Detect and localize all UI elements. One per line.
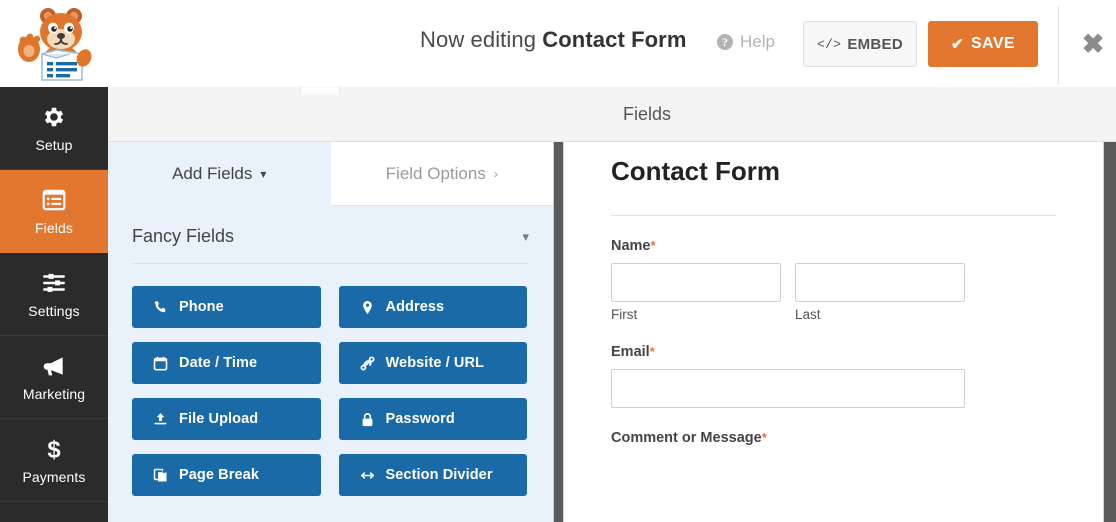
chevron-right-icon: › xyxy=(493,166,498,181)
field-label: Email* xyxy=(611,344,1056,360)
field-label: Comment or Message* xyxy=(611,430,1056,446)
link-icon xyxy=(359,355,375,371)
embed-label: EMBED xyxy=(847,35,903,53)
preview-field-name[interactable]: Name* First Last xyxy=(564,216,1103,322)
sidebar-item-label: Payments xyxy=(22,468,86,485)
close-icon[interactable]: ✖ xyxy=(1078,30,1108,60)
field-button-label: Date / Time xyxy=(179,355,258,371)
help-button[interactable]: ? Help xyxy=(717,32,775,52)
form-name: Contact Form xyxy=(542,27,687,52)
sliders-icon xyxy=(41,270,67,296)
field-button-label: Page Break xyxy=(179,467,259,483)
form-builder-window: Now editing Contact Form ? Help </> EMBE… xyxy=(0,0,1116,522)
sidebar: Setup Fields Settings Marketing $ Paymen… xyxy=(0,87,108,522)
sidebar-item-marketing[interactable]: Marketing xyxy=(0,336,108,419)
sidebar-item-label: Fields xyxy=(35,219,73,236)
field-buttons-grid: Phone Address Date / Time Website / URL xyxy=(108,264,553,496)
header-divider xyxy=(1058,6,1059,84)
arrows-horizontal-icon xyxy=(360,468,375,483)
megaphone-icon xyxy=(41,353,67,379)
preview-field-comment[interactable]: Comment or Message* xyxy=(564,408,1103,446)
field-button-website-url[interactable]: Website / URL xyxy=(338,342,527,384)
section-title: Fancy Fields xyxy=(132,226,235,246)
embed-button[interactable]: </> EMBED xyxy=(803,21,917,67)
question-circle-icon: ? xyxy=(717,34,733,50)
save-label: SAVE xyxy=(970,35,1015,52)
phone-icon xyxy=(153,300,168,315)
panel-resize-handle[interactable] xyxy=(553,142,564,522)
tab-label: Field Options xyxy=(385,163,486,183)
map-pin-icon xyxy=(360,300,375,315)
preview-scrollbar[interactable] xyxy=(1103,142,1116,522)
name-sublabels: First Last xyxy=(611,307,1056,322)
sidebar-item-fields[interactable]: Fields xyxy=(0,170,108,253)
field-button-label: Phone xyxy=(179,299,224,315)
last-name-input[interactable] xyxy=(795,263,965,302)
sidebar-item-label: Settings xyxy=(28,302,80,319)
wpforms-mascot-logo xyxy=(12,2,100,86)
help-label: Help xyxy=(740,32,775,51)
required-asterisk: * xyxy=(761,430,767,445)
panel-tab-nub xyxy=(300,86,340,94)
field-button-label: Website / URL xyxy=(385,355,485,371)
field-button-section-divider[interactable]: Section Divider xyxy=(338,454,527,496)
panel-title: Fields xyxy=(623,104,672,124)
field-label-text: Comment or Message xyxy=(611,430,762,446)
field-button-label: File Upload xyxy=(179,411,259,427)
sidebar-item-label: Setup xyxy=(35,136,73,153)
chevron-down-icon[interactable]: ▾ xyxy=(522,229,529,245)
tab-add-fields[interactable]: Add Fields ▾ xyxy=(108,142,331,206)
sidebar-item-label: Marketing xyxy=(22,385,86,402)
sublabel-last: Last xyxy=(795,307,821,322)
field-button-label: Password xyxy=(385,411,455,427)
upload-icon xyxy=(153,412,168,427)
field-label-text: Email xyxy=(611,344,650,360)
name-inputs-row xyxy=(611,263,1056,302)
field-button-page-break[interactable]: Page Break xyxy=(132,454,321,496)
add-fields-panel: Add Fields ▾ Field Options › Fancy Field… xyxy=(108,142,553,522)
sidebar-item-settings[interactable]: Settings xyxy=(0,253,108,336)
pages-icon xyxy=(153,468,168,483)
chevron-down-icon: ▾ xyxy=(260,167,267,181)
required-asterisk: * xyxy=(650,238,656,253)
svg-text:$: $ xyxy=(47,436,60,461)
tab-label: Add Fields xyxy=(172,164,253,183)
sidebar-item-partial[interactable] xyxy=(0,502,108,522)
calendar-icon xyxy=(153,356,168,371)
form-preview: Contact Form Name* First Last Email* Com… xyxy=(564,142,1103,522)
page-title: Now editing Contact Form xyxy=(420,27,686,53)
dollar-sign-icon: $ xyxy=(41,436,67,463)
form-preview-title: Contact Form xyxy=(611,156,780,186)
panel-tabs: Add Fields ▾ Field Options › xyxy=(108,142,553,206)
field-button-label: Section Divider xyxy=(385,467,493,483)
field-button-phone[interactable]: Phone xyxy=(132,286,321,328)
list-form-icon xyxy=(41,187,67,213)
sidebar-item-setup[interactable]: Setup xyxy=(0,87,108,170)
field-button-password[interactable]: Password xyxy=(338,398,527,440)
top-header: Now editing Contact Form ? Help </> EMBE… xyxy=(0,0,1116,87)
first-name-input[interactable] xyxy=(611,263,781,302)
code-icon: </> xyxy=(817,36,842,52)
sublabel-first: First xyxy=(611,307,638,322)
email-input[interactable] xyxy=(611,369,965,408)
lock-icon xyxy=(360,412,375,427)
preview-field-email[interactable]: Email* xyxy=(564,322,1103,408)
check-icon: ✔ xyxy=(951,36,964,53)
editing-prefix: Now editing xyxy=(420,27,537,52)
tab-field-options[interactable]: Field Options › xyxy=(330,142,553,206)
field-label-text: Name xyxy=(611,238,651,254)
field-button-file-upload[interactable]: File Upload xyxy=(132,398,321,440)
field-button-label: Address xyxy=(385,299,445,315)
save-button[interactable]: ✔ SAVE xyxy=(928,21,1038,67)
field-button-address[interactable]: Address xyxy=(338,286,527,328)
required-asterisk: * xyxy=(649,344,655,359)
field-button-date-time[interactable]: Date / Time xyxy=(132,342,321,384)
gear-icon xyxy=(41,104,67,130)
sidebar-item-payments[interactable]: $ Payments xyxy=(0,419,108,502)
field-label: Name* xyxy=(611,238,1056,254)
fancy-fields-section-header[interactable]: Fancy Fields ▾ xyxy=(108,206,553,247)
panel-header-bar: Fields xyxy=(108,86,1116,142)
